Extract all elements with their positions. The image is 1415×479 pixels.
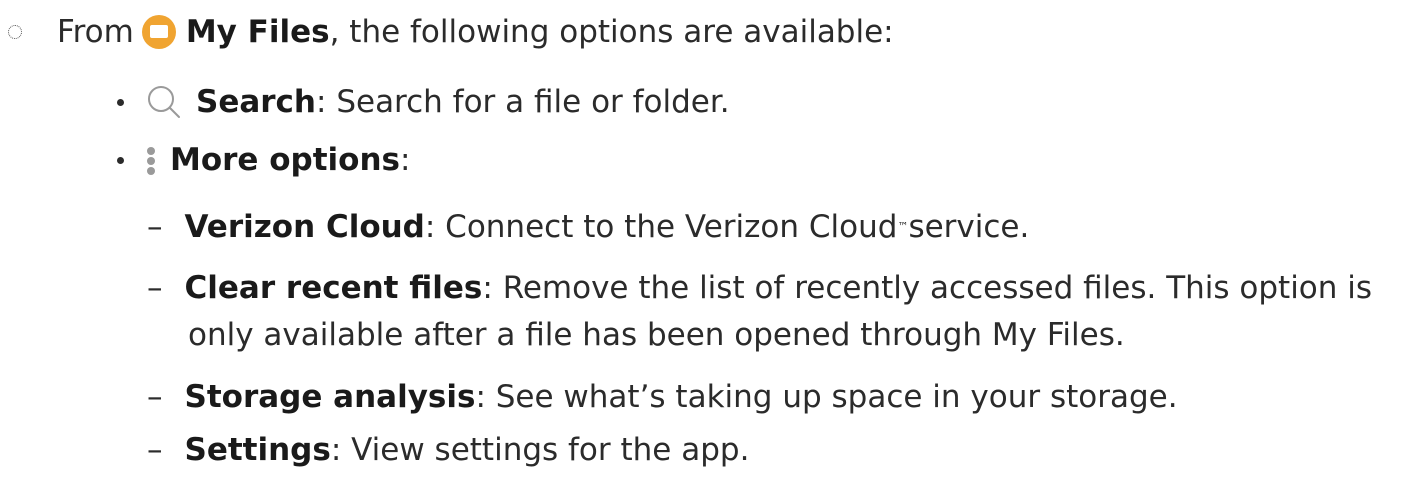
my-files-folder-icon bbox=[141, 15, 176, 49]
intro-suffix: , the following options are available: bbox=[329, 14, 894, 50]
more-options-icon bbox=[146, 140, 156, 180]
app-name: My Files bbox=[185, 14, 330, 50]
sub-option-desc: : Connect to the Verizon Cloud bbox=[424, 209, 898, 245]
sub-option-desc-end: service. bbox=[908, 209, 1030, 245]
dash-marker: – bbox=[147, 432, 163, 468]
intro-prefix: From bbox=[57, 14, 134, 50]
sub-option-desc: : Remove the list of recently accessed f… bbox=[482, 270, 1373, 306]
option-search: Search : Search for a file or folder. bbox=[117, 82, 730, 122]
option-desc: : Search for a file or folder. bbox=[316, 84, 730, 120]
sub-option-clear-recent-cont: only available after a file has been ope… bbox=[188, 315, 1125, 355]
option-label: More options bbox=[170, 142, 401, 178]
intro-line: From My Files , the following options ar… bbox=[57, 12, 894, 52]
dash-marker: – bbox=[147, 379, 163, 415]
dash-marker: – bbox=[147, 270, 163, 306]
dash-marker: – bbox=[147, 209, 163, 245]
sub-option-label: Settings bbox=[184, 432, 331, 468]
sub-option-verizon-cloud: – Verizon Cloud : Connect to the Verizon… bbox=[147, 209, 1030, 245]
option-desc: : bbox=[400, 142, 411, 178]
sub-option-desc-cont: only available after a file has been ope… bbox=[188, 317, 1125, 353]
hollow-bullet-icon bbox=[8, 25, 22, 39]
sub-option-label: Verizon Cloud bbox=[184, 209, 425, 245]
option-more: More options : bbox=[117, 140, 410, 180]
option-label: Search bbox=[196, 84, 317, 120]
bullet-dot bbox=[117, 156, 124, 164]
sub-option-storage-analysis: – Storage analysis : See what’s taking u… bbox=[147, 377, 1178, 417]
sub-option-label: Storage analysis bbox=[184, 379, 476, 415]
search-icon bbox=[148, 86, 180, 118]
bullet-dot bbox=[117, 98, 124, 106]
sub-option-desc: : View settings for the app. bbox=[330, 432, 750, 468]
sub-option-desc: : See what’s taking up space in your sto… bbox=[475, 379, 1178, 415]
sub-option-clear-recent: – Clear recent files : Remove the list o… bbox=[147, 268, 1372, 308]
sub-option-settings: – Settings : View settings for the app. bbox=[147, 430, 749, 470]
sub-option-label: Clear recent files bbox=[184, 270, 483, 306]
